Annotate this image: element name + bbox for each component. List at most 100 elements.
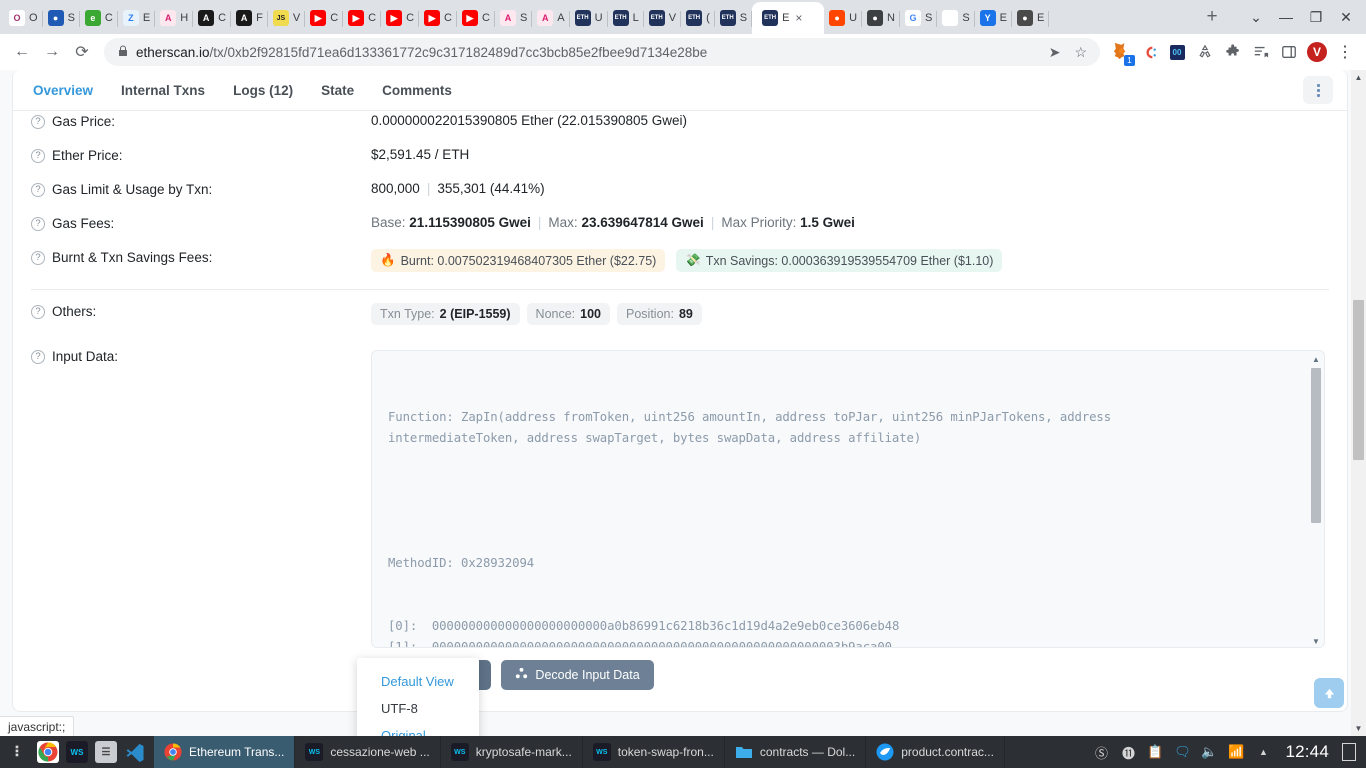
network-tray-icon[interactable]: 📶 [1227, 743, 1245, 761]
dropdown-item-utf-8[interactable]: UTF-8 [357, 695, 479, 722]
view-input-as-dropdown[interactable]: Default View UTF-8 Original [357, 658, 479, 736]
decode-input-data-button[interactable]: Decode Input Data [501, 660, 654, 690]
notification-tray-icon[interactable]: 🗨 [1173, 743, 1191, 761]
browser-tab[interactable]: AC [193, 2, 232, 34]
browser-tab[interactable]: ETH U [570, 2, 608, 34]
bookmark-star-icon[interactable]: ☆ [1071, 44, 1090, 61]
text-editor-launcher-icon[interactable]: ☰ [95, 741, 117, 763]
minimize-button[interactable]: — [1272, 3, 1300, 31]
page-scrollbar-thumb[interactable] [1353, 300, 1364, 460]
vscode-launcher-icon[interactable] [124, 741, 146, 763]
reload-button[interactable]: ⟳ [68, 38, 96, 66]
scroll-down-icon[interactable]: ▼ [1309, 634, 1323, 647]
taskbar-window[interactable]: WS token-swap-fron... [583, 736, 725, 768]
tab-overview[interactable]: Overview [31, 81, 95, 100]
taskbar-window[interactable]: Ethereum Trans... [154, 736, 296, 768]
browser-tab[interactable]: YE [975, 2, 1013, 34]
update-tray-icon[interactable]: ⓫ [1119, 743, 1137, 761]
scroll-down-icon[interactable]: ▼ [1351, 721, 1366, 736]
tab-comments[interactable]: Comments [380, 81, 454, 100]
browser-tab[interactable]: JS V [268, 2, 306, 34]
browser-tab[interactable]: ▶ C [305, 2, 344, 34]
scroll-up-icon[interactable]: ▲ [1351, 70, 1366, 85]
tab-logs[interactable]: Logs (12) [231, 81, 295, 100]
dropdown-item-original[interactable]: Original [357, 722, 479, 736]
browser-tab[interactable]: AS [495, 2, 533, 34]
taskbar-window[interactable]: WS kryptosafe-mark... [441, 736, 583, 768]
browser-tab[interactable]: ☷ S [937, 2, 975, 34]
share-icon[interactable]: ➤ [1046, 44, 1064, 61]
dropdown-item-default-view[interactable]: Default View [357, 668, 479, 695]
tab-state[interactable]: State [319, 81, 356, 100]
browser-tab[interactable]: ETH V [644, 2, 682, 34]
puzzle-extensions-icon[interactable] [1220, 39, 1246, 65]
tab-title: C [368, 12, 377, 24]
back-button[interactable]: ← [8, 38, 36, 66]
input-data-box[interactable]: Function: ZapIn(address fromToken, uint2… [371, 350, 1325, 648]
show-desktop-button[interactable] [1342, 743, 1356, 761]
browser-tab[interactable]: AF [231, 2, 268, 34]
browser-tab[interactable]: ● N [862, 2, 900, 34]
browser-tab-active[interactable]: ETH E × [752, 2, 825, 34]
taskbar-window[interactable]: product.contrac... [866, 736, 1005, 768]
forward-button[interactable]: → [38, 38, 66, 66]
close-window-button[interactable]: ✕ [1332, 3, 1360, 31]
browser-tab[interactable]: AA [532, 2, 570, 34]
browser-tab[interactable]: GS [900, 2, 938, 34]
volume-tray-icon[interactable]: 🔈 [1200, 743, 1218, 761]
browser-tab[interactable]: ETH( [681, 2, 715, 34]
help-icon[interactable]: ? [31, 250, 45, 265]
browser-tab[interactable]: OO [4, 2, 43, 34]
help-icon[interactable]: ? [31, 182, 45, 197]
browser-tab[interactable]: ▶ C [343, 2, 382, 34]
maximize-button[interactable]: ❐ [1302, 3, 1330, 31]
page-scrollbar[interactable]: ▲ ▼ [1351, 70, 1366, 736]
chrome-launcher-icon[interactable] [37, 741, 59, 763]
recycle-extension-icon[interactable] [1192, 39, 1218, 65]
scrollbar-thumb[interactable] [1311, 368, 1321, 523]
browser-tab[interactable]: ETH L [608, 2, 644, 34]
opera-icon: O [9, 10, 25, 26]
close-icon[interactable]: × [795, 11, 802, 25]
side-panel-icon[interactable] [1276, 39, 1302, 65]
browser-tab[interactable]: ▶ C [419, 2, 457, 34]
clipboard-tray-icon[interactable]: 📋 [1146, 743, 1164, 761]
browser-tab[interactable]: AH [155, 2, 194, 34]
input-data-scrollbar[interactable]: ▲ ▼ [1309, 352, 1323, 647]
scroll-to-top-button[interactable] [1314, 678, 1344, 708]
menu-launcher-icon[interactable]: ⠇ [8, 741, 30, 763]
taskbar-window[interactable]: WS cessazione-web ... [295, 736, 441, 768]
url-path: /tx/0xb2f92815fd71ea6d133361772c9c317182… [209, 44, 708, 60]
taskbar-window[interactable]: contracts — Dol... [725, 736, 867, 768]
tab-search-icon[interactable]: ⌄ [1242, 3, 1270, 31]
browser-tab[interactable]: eC [80, 2, 118, 34]
reading-list-icon[interactable] [1248, 39, 1274, 65]
browser-tab[interactable]: ZE [118, 2, 156, 34]
new-tab-button[interactable]: + [1198, 3, 1226, 31]
help-icon[interactable]: ? [31, 148, 45, 163]
browser-tab[interactable]: ETH S [715, 2, 753, 34]
browser-tab[interactable]: ▶ C [457, 2, 495, 34]
browser-menu-icon[interactable]: ⋮ [1332, 39, 1358, 65]
webstorm-icon: WS [592, 743, 611, 761]
blue-extension-icon[interactable]: 00 [1164, 39, 1190, 65]
pause-tray-icon[interactable]: Ⓢ [1092, 743, 1110, 761]
money-icon: 💸 [685, 253, 701, 267]
help-icon[interactable]: ? [31, 349, 45, 364]
browser-tab[interactable]: ● S [43, 2, 80, 34]
help-icon[interactable]: ? [31, 304, 45, 319]
browser-tab[interactable]: ▶ C [381, 2, 420, 34]
webstorm-launcher-icon[interactable]: WS [66, 741, 88, 763]
more-options-button[interactable] [1303, 76, 1333, 104]
metamask-extension-icon[interactable]: 1 [1108, 39, 1135, 66]
help-icon[interactable]: ? [31, 216, 45, 231]
profile-avatar[interactable]: V [1304, 39, 1330, 65]
tab-internal-txns[interactable]: Internal Txns [119, 81, 207, 100]
browser-tab[interactable]: ● U [824, 2, 862, 34]
help-icon[interactable]: ? [31, 114, 45, 129]
c-extension-icon[interactable] [1136, 39, 1162, 65]
address-bar[interactable]: etherscan.io/tx/0xb2f92815fd71ea6d133361… [104, 38, 1100, 66]
browser-tab[interactable]: ● E [1012, 2, 1050, 34]
scroll-up-icon[interactable]: ▲ [1309, 352, 1323, 366]
show-hidden-tray-icon[interactable]: ▲ [1254, 743, 1272, 761]
